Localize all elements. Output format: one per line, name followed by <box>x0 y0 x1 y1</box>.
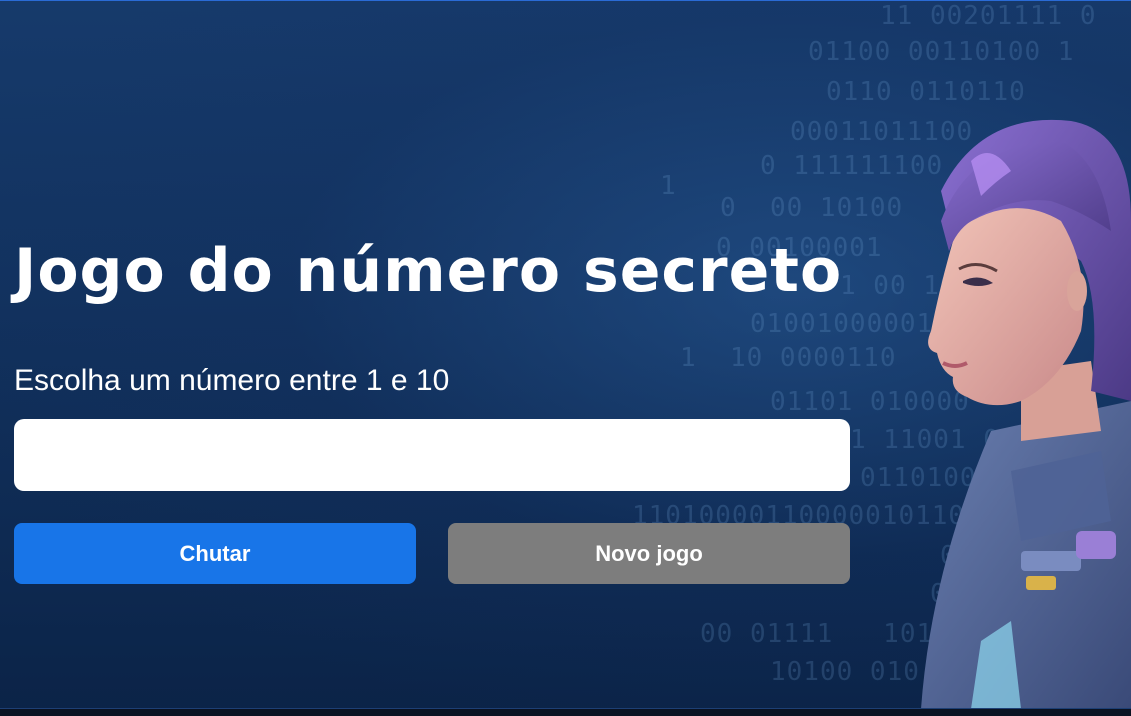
bottom-bar <box>0 708 1131 716</box>
guess-button[interactable]: Chutar <box>14 523 416 584</box>
game-panel: Jogo do número secreto Escolha um número… <box>14 229 850 584</box>
button-row: Chutar Novo jogo <box>14 523 850 584</box>
guess-input[interactable] <box>14 419 850 491</box>
new-game-button[interactable]: Novo jogo <box>448 523 850 584</box>
instruction-label: Escolha um número entre 1 e 10 <box>14 364 450 397</box>
game-screen: 11 00201111 0 01100 00110100 1 0110 0110… <box>0 0 1131 716</box>
binary-background: 11 00201111 0 <box>880 1 1097 31</box>
binary-background: 01100 00110100 1 <box>808 37 1075 67</box>
binary-background: 1 <box>660 171 677 201</box>
page-title: Jogo do número secreto <box>14 236 843 306</box>
binary-background: 0 00 10100 <box>720 193 904 223</box>
binary-background: 00 01111 101 <box>700 619 934 649</box>
astronaut-avatar-illustration <box>921 119 1131 709</box>
